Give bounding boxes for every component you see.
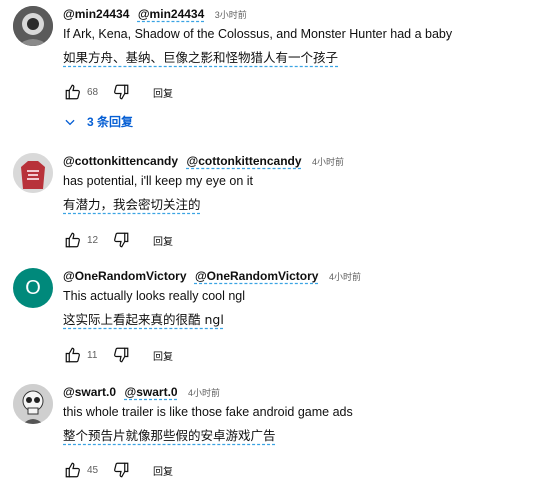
dislike-icon[interactable]	[111, 345, 131, 365]
author-name[interactable]: @cottonkittencandy	[63, 154, 178, 168]
comment-actions: 45 回复	[63, 460, 173, 480]
timestamp[interactable]: 4小时前	[312, 157, 344, 167]
like-icon[interactable]	[63, 345, 83, 365]
comment-text: If Ark, Kena, Shadow of the Colossus, an…	[63, 27, 453, 41]
reply-button[interactable]: 回复	[153, 233, 173, 248]
author-name[interactable]: @OneRandomVictory	[63, 269, 187, 283]
dislike-icon[interactable]	[111, 82, 131, 102]
comment-text: this whole trailer is like those fake an…	[63, 405, 353, 419]
avatar[interactable]	[13, 384, 53, 424]
avatar[interactable]	[13, 153, 53, 193]
avatar-letter: O	[25, 276, 41, 299]
avatar[interactable]: O	[13, 268, 53, 308]
shirt-icon	[13, 153, 53, 193]
like-count: 12	[87, 234, 99, 246]
comment-actions: 12 回复	[63, 230, 173, 250]
comment-text: This actually looks really cool ngl	[63, 289, 246, 303]
view-replies-button[interactable]: 3 条回复	[63, 113, 133, 130]
timestamp[interactable]: 4小时前	[329, 272, 361, 282]
like-icon[interactable]	[63, 82, 83, 102]
author-name[interactable]: @swart.0	[63, 385, 116, 399]
like-count: 68	[87, 86, 99, 98]
comment-translation: 整个预告片就像那些假的安卓游戏广告	[63, 428, 276, 443]
author-mention[interactable]: @cottonkittencandy	[187, 154, 302, 168]
reply-button[interactable]: 回复	[153, 348, 173, 363]
photo-icon	[13, 6, 53, 46]
timestamp[interactable]: 4小时前	[188, 388, 220, 398]
author-mention[interactable]: @min24434	[138, 7, 204, 21]
comment-text: has potential, i'll keep my eye on it	[63, 174, 253, 188]
reply-button[interactable]: 回复	[153, 85, 173, 100]
comment-translation: 这实际上看起来真的很酷 ngl	[63, 312, 224, 327]
chevron-down-icon	[65, 119, 75, 125]
view-replies-label: 3 条回复	[87, 115, 134, 129]
comment-translation: 如果方舟、基纳、巨像之影和怪物猎人有一个孩子	[63, 50, 339, 65]
like-icon[interactable]	[63, 460, 83, 480]
like-count: 11	[87, 349, 98, 361]
like-count: 45	[87, 464, 99, 476]
skull-icon	[13, 384, 53, 424]
comment-translation: 有潜力，我会密切关注的	[63, 197, 201, 212]
author-mention[interactable]: @swart.0	[125, 385, 178, 399]
author-mention[interactable]: @OneRandomVictory	[195, 269, 319, 283]
reply-button[interactable]: 回复	[153, 463, 173, 478]
avatar[interactable]	[13, 6, 53, 46]
like-icon[interactable]	[63, 230, 83, 250]
author-name[interactable]: @min24434	[63, 7, 129, 21]
dislike-icon[interactable]	[111, 460, 131, 480]
dislike-icon[interactable]	[111, 230, 131, 250]
comment-actions: 68 回复	[63, 82, 173, 102]
timestamp[interactable]: 3小时前	[215, 10, 247, 20]
comment-actions: 11 回复	[63, 345, 173, 365]
